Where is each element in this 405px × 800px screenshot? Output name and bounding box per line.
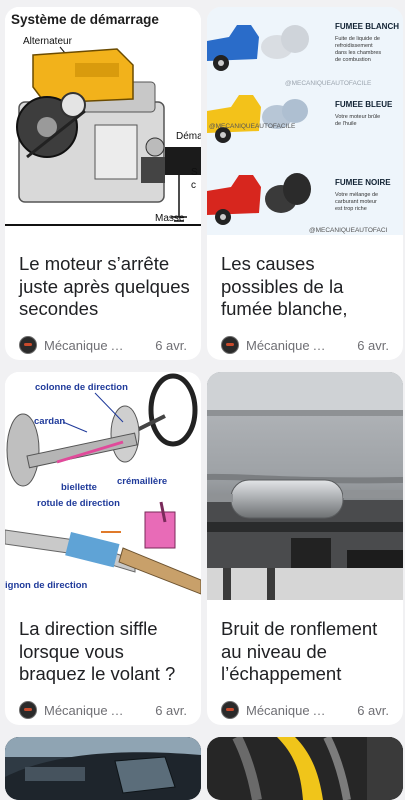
smoke-panel-heading: FUMEE BLANCH bbox=[335, 22, 399, 31]
image-label: colonne de direction bbox=[35, 382, 128, 393]
smoke-panel-text: Fuite de liquide de bbox=[335, 36, 380, 42]
article-thumbnail[interactable] bbox=[207, 372, 403, 600]
image-heading: Système de démarrage bbox=[11, 12, 159, 27]
smoke-panel-text: dans les chambres bbox=[335, 50, 381, 56]
image-label: S bbox=[191, 167, 198, 178]
article-date: 6 avr. bbox=[357, 702, 389, 718]
article-source: Mécanique A… bbox=[246, 337, 334, 353]
source-avatar-icon bbox=[19, 701, 37, 719]
article-thumbnail[interactable] bbox=[5, 737, 201, 800]
article-thumbnail[interactable]: colonne de direction cardan crémaillère … bbox=[5, 372, 201, 600]
article-meta: Mécanique A… 6 avr. bbox=[19, 335, 187, 355]
article-thumbnail[interactable] bbox=[207, 737, 403, 800]
article-title[interactable]: Le moteur s’arrête juste après quelques … bbox=[19, 253, 191, 321]
smoke-panel-text: est trop riche bbox=[335, 206, 367, 212]
source-avatar-icon bbox=[221, 336, 239, 354]
article-date: 6 avr. bbox=[357, 337, 389, 353]
article-meta: Mécanique A… 6 avr. bbox=[19, 700, 187, 720]
article-card[interactable]: Système de démarrage Alternateur Déma S … bbox=[5, 7, 201, 360]
image-label: Déma bbox=[176, 131, 201, 142]
exhaust-smoke-colors-image: FUMEE BLANCH Fuite de liquide de refroid… bbox=[207, 7, 403, 235]
smoke-panel-text: de l'huile bbox=[335, 121, 357, 127]
source-avatar-icon bbox=[19, 336, 37, 354]
engine-starting-system-image: Système de démarrage Alternateur Déma S … bbox=[5, 12, 201, 226]
image-label: ignon de direction bbox=[5, 580, 88, 591]
dashboard-photo-image bbox=[5, 737, 201, 800]
article-grid: Système de démarrage Alternateur Déma S … bbox=[0, 0, 405, 800]
article-source: Mécanique A… bbox=[44, 337, 132, 353]
car-underbody-exhaust-image bbox=[207, 372, 403, 600]
article-thumbnail[interactable]: FUMEE BLANCH Fuite de liquide de refroid… bbox=[207, 7, 403, 235]
image-label: cardan bbox=[34, 416, 65, 427]
image-label: rotule de direction bbox=[37, 498, 120, 509]
watermark: @MECANIQUEAUTOFACILE bbox=[209, 123, 296, 130]
article-card[interactable] bbox=[5, 737, 201, 800]
article-card[interactable]: colonne de direction cardan crémaillère … bbox=[5, 372, 201, 725]
article-thumbnail[interactable]: Système de démarrage Alternateur Déma S … bbox=[5, 7, 201, 235]
article-card[interactable] bbox=[207, 737, 403, 800]
smoke-panel-heading: FUMEE NOIRE bbox=[335, 178, 391, 187]
fuel-nozzle-photo-image bbox=[207, 737, 403, 800]
article-card[interactable]: Bruit de ronflement au niveau de l’échap… bbox=[207, 372, 403, 725]
article-meta: Mécanique A… 6 avr. bbox=[221, 335, 389, 355]
smoke-panel-text: Votre mélange de bbox=[335, 192, 378, 198]
watermark: @MECANIQUEAUTOFACI bbox=[309, 227, 388, 234]
article-date: 6 avr. bbox=[155, 337, 187, 353]
article-source: Mécanique A… bbox=[246, 702, 334, 718]
article-meta: Mécanique A… 6 avr. bbox=[221, 700, 389, 720]
smoke-panel-text: refroidissement bbox=[335, 43, 373, 49]
smoke-panel-text: carburant moteur bbox=[335, 199, 377, 205]
image-label: crémaillère bbox=[117, 476, 167, 487]
image-label: Alternateur bbox=[23, 36, 73, 47]
watermark: @MECANIQUEAUTOFACILE bbox=[285, 80, 372, 87]
article-title[interactable]: Les causes possibles de la fumée blanche… bbox=[221, 253, 393, 321]
smoke-panel-text: de combustion bbox=[335, 57, 371, 63]
smoke-panel-heading: FUMEE BLEUE bbox=[335, 100, 393, 109]
article-source: Mécanique A… bbox=[44, 702, 132, 718]
image-label: biellette bbox=[61, 482, 97, 493]
article-card[interactable]: FUMEE BLANCH Fuite de liquide de refroid… bbox=[207, 7, 403, 360]
image-label: c bbox=[191, 180, 196, 191]
smoke-panel-text: Votre moteur brûle bbox=[335, 114, 380, 120]
steering-system-diagram-image: colonne de direction cardan crémaillère … bbox=[5, 372, 201, 600]
image-label: Masse bbox=[155, 213, 185, 224]
source-avatar-icon bbox=[221, 701, 239, 719]
article-date: 6 avr. bbox=[155, 702, 187, 718]
article-title[interactable]: Bruit de ronflement au niveau de l’échap… bbox=[221, 618, 393, 686]
article-title[interactable]: La direction siffle lorsque vous braquez… bbox=[19, 618, 191, 686]
